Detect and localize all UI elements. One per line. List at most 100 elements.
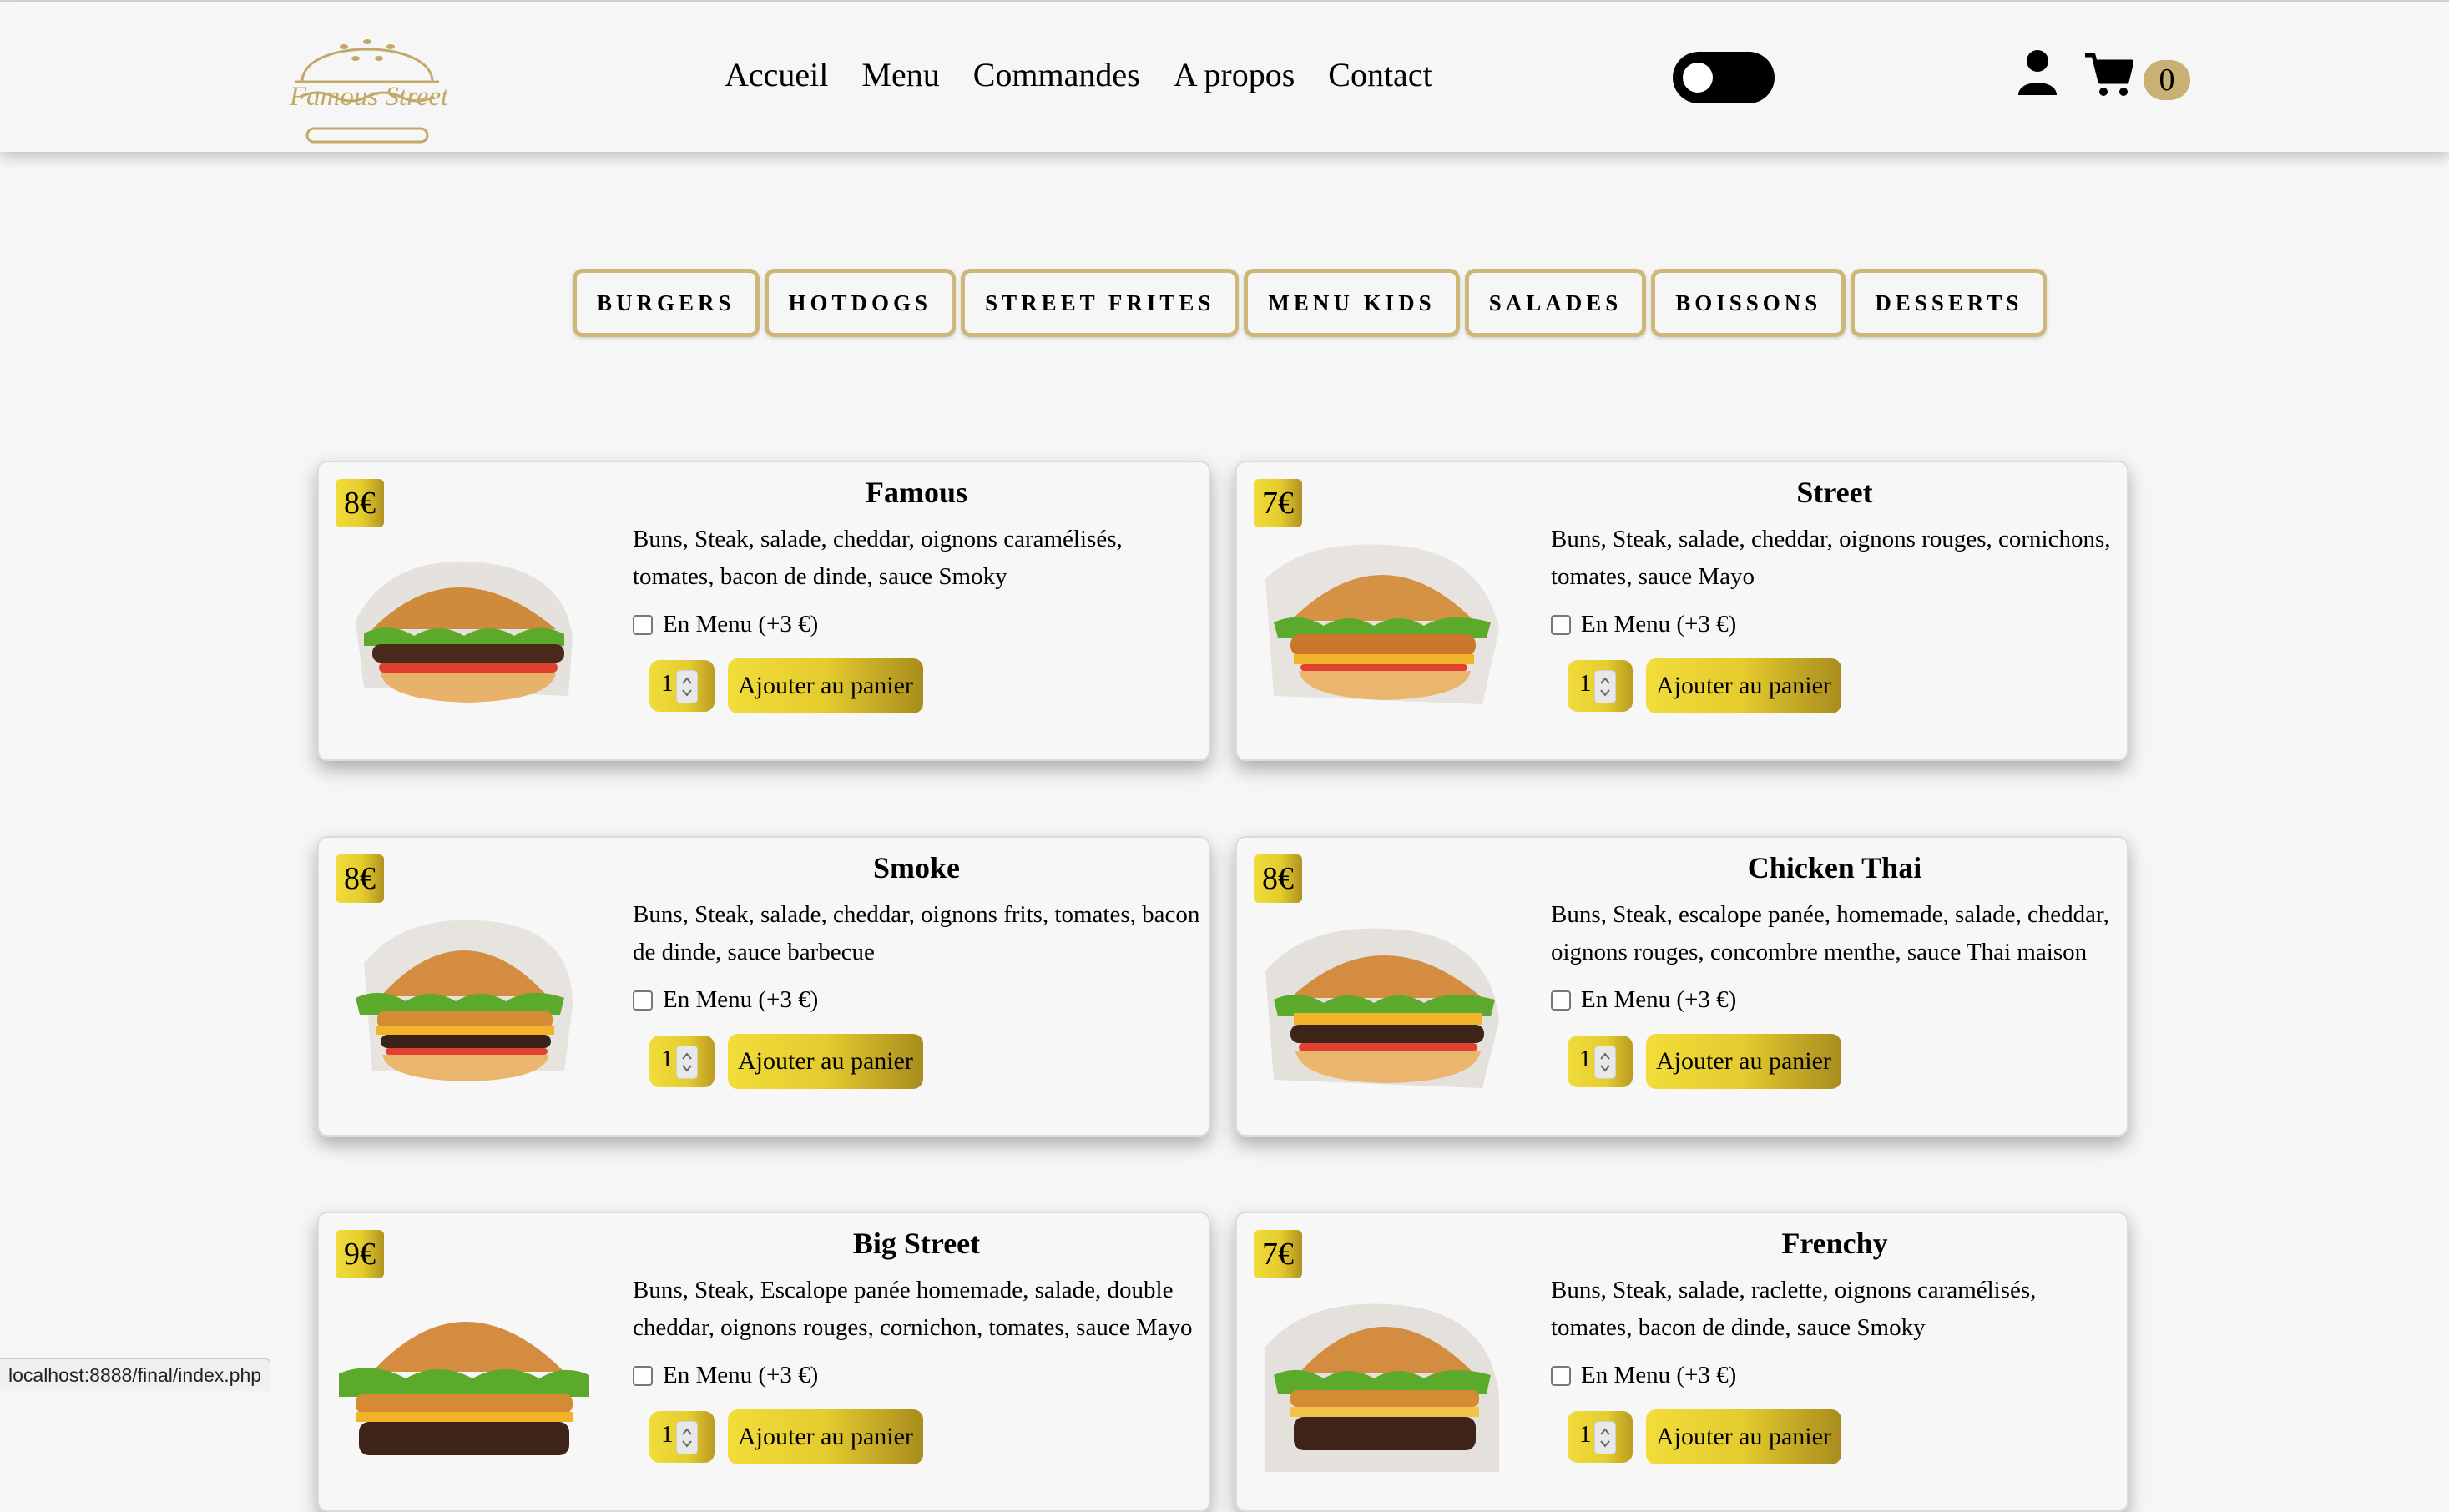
- burger-photo-icon: [1265, 544, 1499, 704]
- nav-contact[interactable]: Contact: [1328, 52, 1432, 98]
- quantity-value: 1: [661, 1046, 674, 1072]
- nav-a-propos[interactable]: A propos: [1174, 52, 1295, 98]
- tab-street-frites[interactable]: STREET FRITES: [961, 269, 1240, 337]
- price-badge: 7€: [1254, 479, 1302, 527]
- quantity-stepper[interactable]: 1: [649, 660, 715, 712]
- tab-desserts[interactable]: DESSERTS: [1851, 269, 2048, 337]
- price-badge: 8€: [336, 479, 384, 527]
- burger-image: [1257, 905, 1507, 1096]
- tab-hotdogs[interactable]: HOTDOGS: [764, 269, 957, 337]
- spinner-arrows-icon[interactable]: [1594, 670, 1616, 703]
- category-tabs: BURGERS HOTDOGS STREET FRITES MENU KIDS …: [573, 269, 2048, 337]
- menu-option[interactable]: En Menu (+3 €): [1551, 1362, 2118, 1389]
- quantity-stepper[interactable]: 1: [649, 1036, 715, 1087]
- product-description: Buns, Steak, Escalope panée homemade, sa…: [633, 1277, 1193, 1341]
- status-bar-url: localhost:8888/final/index.php: [0, 1358, 271, 1391]
- add-to-cart-button[interactable]: Ajouter au panier: [1646, 1409, 1841, 1464]
- menu-checkbox[interactable]: [633, 614, 653, 635]
- tab-menu-kids[interactable]: MENU KIDS: [1244, 269, 1460, 337]
- product-name: Street: [1796, 476, 1873, 509]
- burger-photo-icon: [356, 561, 573, 703]
- price-badge: 8€: [336, 854, 384, 903]
- menu-option[interactable]: En Menu (+3 €): [1551, 986, 2118, 1014]
- spinner-arrows-icon[interactable]: [676, 1046, 698, 1079]
- user-icon[interactable]: [2017, 48, 2058, 95]
- price-badge: 8€: [1254, 854, 1302, 903]
- add-to-cart-button[interactable]: Ajouter au panier: [1646, 658, 1841, 713]
- add-to-cart-button[interactable]: Ajouter au panier: [728, 1034, 923, 1089]
- burger-logo-icon: [295, 39, 439, 144]
- menu-option[interactable]: En Menu (+3 €): [633, 1362, 1200, 1389]
- product-name: Famous: [865, 476, 967, 509]
- quantity-stepper[interactable]: 1: [1568, 660, 1633, 712]
- menu-checkbox[interactable]: [1551, 614, 1571, 635]
- product-card: 8€ Chicken Thai Buns, Steak, escalope pa…: [1235, 836, 2128, 1137]
- cart-count-badge: 0: [2144, 60, 2190, 100]
- add-to-cart-button[interactable]: Ajouter au panier: [1646, 1034, 1841, 1089]
- theme-toggle[interactable]: [1673, 52, 1775, 103]
- product-description: Buns, Steak, salade, raclette, oignons c…: [1551, 1277, 2037, 1341]
- burger-photo-icon: [1265, 1303, 1499, 1472]
- product-card: 7€ Frenchy Buns, Steak, salade, raclette…: [1235, 1212, 2128, 1512]
- product-card: 9€ Big Street Buns, Steak, Escalope pané…: [317, 1212, 1210, 1512]
- tab-boissons[interactable]: BOISSONS: [1651, 269, 1846, 337]
- menu-option[interactable]: En Menu (+3 €): [633, 986, 1200, 1014]
- product-name: Chicken Thai: [1747, 851, 1922, 885]
- product-card: 8€ Famous Buns, Steak, salade, cheddar, …: [317, 461, 1210, 761]
- product-name: Smoke: [872, 851, 960, 885]
- product-description: Buns, Steak, salade, cheddar, oignons ro…: [1551, 526, 2111, 590]
- menu-option[interactable]: En Menu (+3 €): [1551, 611, 2118, 638]
- product-description: Buns, Steak, salade, cheddar, oignons fr…: [633, 901, 1200, 965]
- spinner-arrows-icon[interactable]: [676, 1421, 698, 1454]
- menu-checkbox[interactable]: [633, 990, 653, 1011]
- add-to-cart-button[interactable]: Ajouter au panier: [728, 658, 923, 713]
- menu-option[interactable]: En Menu (+3 €): [633, 611, 1200, 638]
- quantity-value: 1: [1579, 1421, 1592, 1448]
- quantity-value: 1: [1579, 1046, 1592, 1072]
- spinner-arrows-icon[interactable]: [1594, 1046, 1616, 1079]
- spinner-arrows-icon[interactable]: [676, 670, 698, 703]
- tab-burgers[interactable]: BURGERS: [573, 269, 760, 337]
- product-description: Buns, Steak, escalope panée, homemade, s…: [1551, 901, 2109, 965]
- menu-checkbox[interactable]: [633, 1365, 653, 1386]
- cart-icon[interactable]: [2083, 50, 2134, 98]
- product-description: Buns, Steak, salade, cheddar, oignons ca…: [633, 526, 1123, 590]
- quantity-value: 1: [661, 1421, 674, 1448]
- quantity-value: 1: [1579, 670, 1592, 697]
- quantity-stepper[interactable]: 1: [1568, 1411, 1633, 1463]
- burger-image: [339, 1280, 589, 1472]
- product-name: Frenchy: [1781, 1227, 1888, 1260]
- burger-image: [1257, 1280, 1507, 1472]
- menu-checkbox[interactable]: [1551, 990, 1571, 1011]
- price-badge: 9€: [336, 1230, 384, 1278]
- menu-option-label: En Menu (+3 €): [1581, 611, 1737, 638]
- spinner-arrows-icon[interactable]: [1594, 1421, 1616, 1454]
- burger-image: [339, 905, 589, 1096]
- logo-text: Famous Street: [289, 82, 449, 112]
- nav-commandes[interactable]: Commandes: [973, 52, 1140, 98]
- menu-option-label: En Menu (+3 €): [1581, 986, 1737, 1013]
- burger-photo-icon: [1265, 928, 1499, 1088]
- toggle-knob: [1683, 63, 1713, 93]
- quantity-stepper[interactable]: 1: [649, 1411, 715, 1463]
- add-to-cart-button[interactable]: Ajouter au panier: [728, 1409, 923, 1464]
- product-grid: 8€ Famous Buns, Steak, salade, cheddar, …: [317, 461, 2128, 1512]
- burger-image: [1257, 529, 1507, 721]
- nav-menu[interactable]: Menu: [861, 52, 939, 98]
- site-header: Famous Street Accueil Menu Commandes A p…: [0, 2, 2449, 152]
- menu-option-label: En Menu (+3 €): [663, 986, 819, 1013]
- tab-salades[interactable]: SALADES: [1464, 269, 1647, 337]
- product-name: Big Street: [852, 1227, 981, 1260]
- menu-checkbox[interactable]: [1551, 1365, 1571, 1386]
- menu-option-label: En Menu (+3 €): [663, 611, 819, 638]
- price-badge: 7€: [1254, 1230, 1302, 1278]
- main-nav: Accueil Menu Commandes A propos Contact: [725, 52, 1432, 98]
- quantity-stepper[interactable]: 1: [1568, 1036, 1633, 1087]
- burger-photo-icon: [356, 920, 573, 1081]
- site-logo[interactable]: Famous Street: [284, 13, 451, 147]
- product-card: 7€ Street Buns, Steak, salade, cheddar, …: [1235, 461, 2128, 761]
- nav-accueil[interactable]: Accueil: [725, 52, 828, 98]
- quantity-value: 1: [661, 670, 674, 697]
- menu-option-label: En Menu (+3 €): [1581, 1362, 1737, 1389]
- burger-photo-icon: [339, 1322, 589, 1455]
